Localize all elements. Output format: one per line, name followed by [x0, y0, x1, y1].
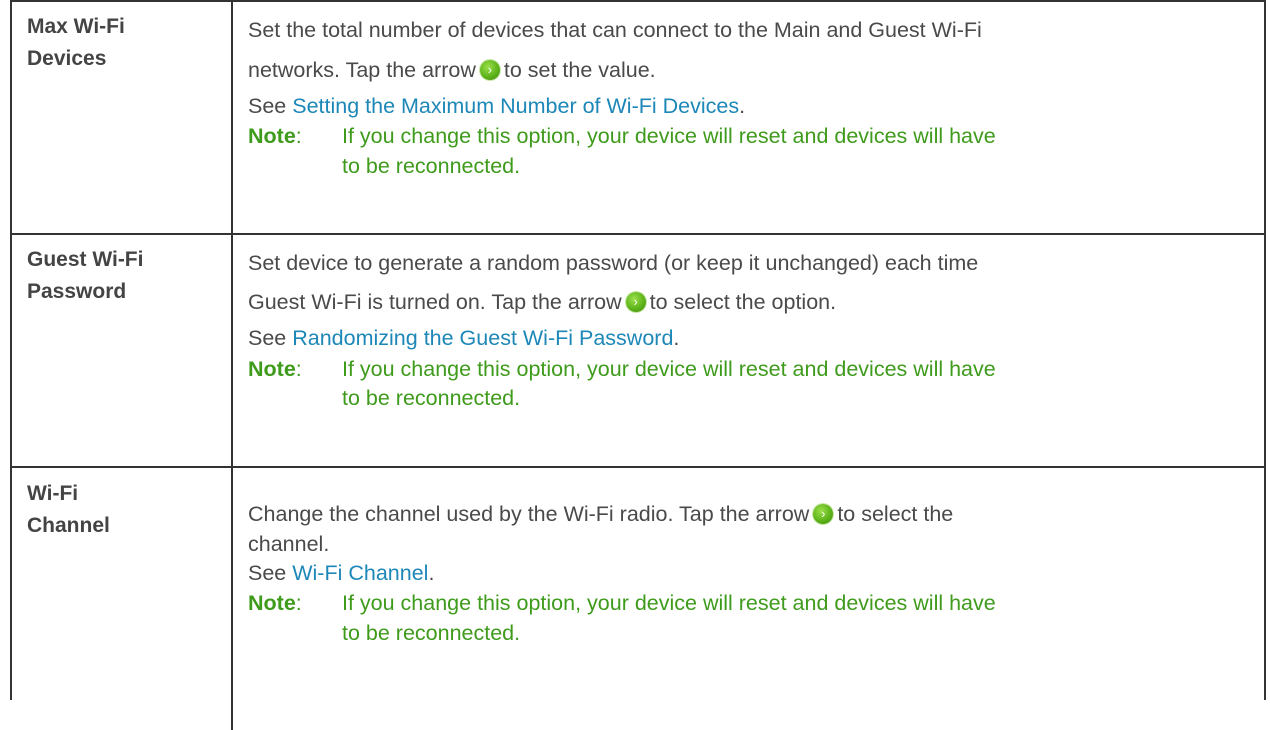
description-line: Set the total number of devices that can…	[248, 18, 982, 42]
note-text: to be reconnected.	[342, 154, 521, 178]
description-text: to set the value.	[503, 58, 656, 82]
see-line: See Randomizing the Guest Wi-Fi Password…	[248, 326, 679, 351]
see-line: See Wi-Fi Channel.	[248, 561, 434, 586]
table-right-border	[1264, 0, 1266, 700]
row-label-wifi-channel: Wi-Fi Channel	[27, 478, 227, 542]
see-prefix: See	[248, 561, 293, 585]
note-text: to be reconnected.	[342, 386, 521, 410]
row-label-max-wifi-devices: Max Wi-Fi Devices	[27, 11, 227, 75]
table-column-divider	[231, 0, 233, 730]
note-text: If you change this option, your device w…	[342, 357, 996, 381]
row-label-line: Wi-Fi	[27, 482, 79, 505]
note-text: If you change this option, your device w…	[342, 591, 996, 615]
note-label: Note	[248, 591, 296, 615]
row-label-line: Devices	[27, 47, 107, 70]
note-text: to be reconnected.	[342, 621, 521, 645]
note-line: Note:	[248, 357, 302, 382]
see-prefix: See	[248, 94, 293, 118]
table-left-border	[10, 0, 12, 700]
note-label: Note	[248, 357, 296, 381]
green-arrow-right-icon[interactable]: ›	[813, 504, 834, 524]
description-text: to select the	[837, 502, 954, 526]
row-divider	[10, 233, 1266, 235]
description-line: Change the channel used by the Wi-Fi rad…	[248, 502, 953, 527]
link-setting-max-wifi-devices[interactable]: Setting the Maximum Number of Wi-Fi Devi…	[292, 94, 739, 118]
row-label-line: Guest Wi-Fi	[27, 248, 144, 271]
note-line: Note:	[248, 124, 302, 149]
description-line: channel.	[248, 532, 330, 556]
note-line: Note:	[248, 591, 302, 616]
note-colon: :	[295, 357, 302, 381]
link-randomizing-guest-wifi-password[interactable]: Randomizing the Guest Wi-Fi Password	[292, 326, 673, 350]
see-prefix: See	[248, 326, 293, 350]
link-wifi-channel[interactable]: Wi-Fi Channel	[292, 561, 428, 585]
see-suffix: .	[739, 94, 746, 118]
note-colon: :	[295, 124, 302, 148]
note-colon: :	[295, 591, 302, 615]
table-top-border	[10, 0, 1266, 2]
description-text: Change the channel used by the Wi-Fi rad…	[248, 502, 810, 526]
row-divider	[10, 466, 1266, 468]
row-label-line: Max Wi-Fi	[27, 15, 125, 38]
description-text: networks. Tap the arrow	[248, 58, 476, 82]
see-line: See Setting the Maximum Number of Wi-Fi …	[248, 94, 745, 119]
see-suffix: .	[428, 561, 435, 585]
row-label-line: Password	[27, 280, 127, 303]
note-label: Note	[248, 124, 296, 148]
see-suffix: .	[673, 326, 680, 350]
description-line: networks. Tap the arrow › to set the value…	[248, 58, 656, 83]
description-line: Guest Wi-Fi is turned on. Tap the arrow ›…	[248, 290, 836, 315]
note-text: If you change this option, your device w…	[342, 124, 996, 148]
description-line: Set device to generate a random password…	[248, 251, 979, 275]
description-text: to select the option.	[649, 290, 837, 314]
row-label-line: Channel	[27, 514, 110, 537]
green-arrow-right-icon[interactable]: ›	[625, 292, 646, 312]
green-arrow-right-icon[interactable]: ›	[479, 60, 500, 80]
row-label-guest-wifi-password: Guest Wi-Fi Password	[27, 244, 227, 308]
settings-table: Max Wi-Fi Devices Set the total number o…	[10, 0, 1266, 730]
description-text: Guest Wi-Fi is turned on. Tap the arrow	[248, 290, 622, 314]
